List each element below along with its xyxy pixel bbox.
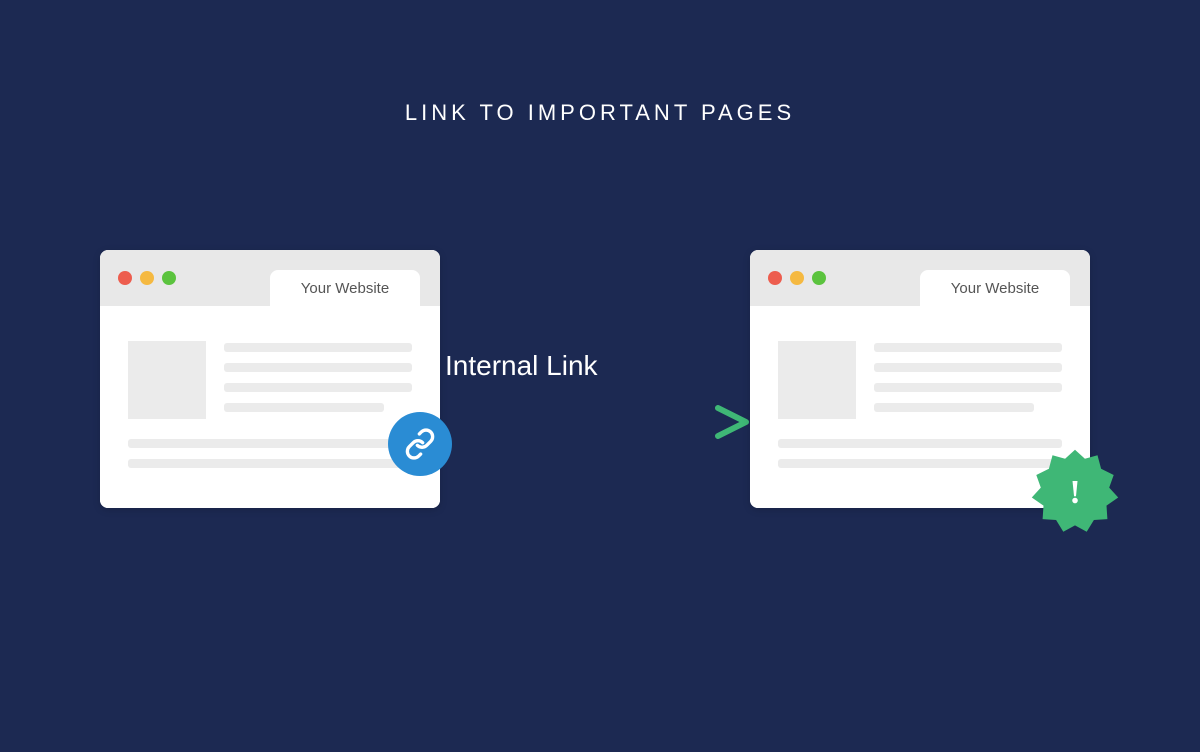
browser-tab: Your Website xyxy=(270,270,420,306)
text-line xyxy=(128,439,412,448)
text-line xyxy=(224,343,412,352)
text-line xyxy=(874,343,1062,352)
text-placeholder-group xyxy=(224,341,412,419)
text-line xyxy=(874,403,1034,412)
minimize-icon xyxy=(790,271,804,285)
arrow-icon xyxy=(420,402,750,442)
traffic-lights xyxy=(100,271,176,285)
text-line xyxy=(128,459,412,468)
text-line xyxy=(224,363,412,372)
text-line xyxy=(224,383,412,392)
browser-tab: Your Website xyxy=(920,270,1070,306)
important-badge: ! xyxy=(1030,448,1120,538)
text-line xyxy=(778,459,1062,468)
minimize-icon xyxy=(140,271,154,285)
browser-header: Your Website xyxy=(100,250,440,306)
maximize-icon xyxy=(162,271,176,285)
maximize-icon xyxy=(812,271,826,285)
text-placeholder-group xyxy=(874,341,1062,419)
thumbnail-placeholder xyxy=(778,341,856,419)
close-icon xyxy=(768,271,782,285)
text-line xyxy=(224,403,384,412)
page-title: LINK TO IMPORTANT PAGES xyxy=(0,0,1200,126)
diagram-container: Your Website xyxy=(0,250,1200,650)
browser-window-source: Your Website xyxy=(100,250,440,508)
text-line xyxy=(874,383,1062,392)
text-placeholder-group xyxy=(778,439,1062,468)
traffic-lights xyxy=(750,271,826,285)
text-line xyxy=(778,439,1062,448)
browser-body: ! xyxy=(750,306,1090,508)
text-line xyxy=(874,363,1062,372)
browser-window-target: Your Website ! xyxy=(750,250,1090,508)
browser-body xyxy=(100,306,440,508)
content-row xyxy=(778,341,1062,419)
exclamation-icon: ! xyxy=(1069,474,1080,512)
arrow-label: Internal Link xyxy=(445,350,598,382)
close-icon xyxy=(118,271,132,285)
content-row xyxy=(128,341,412,419)
browser-header: Your Website xyxy=(750,250,1090,306)
thumbnail-placeholder xyxy=(128,341,206,419)
text-placeholder-group xyxy=(128,439,412,468)
